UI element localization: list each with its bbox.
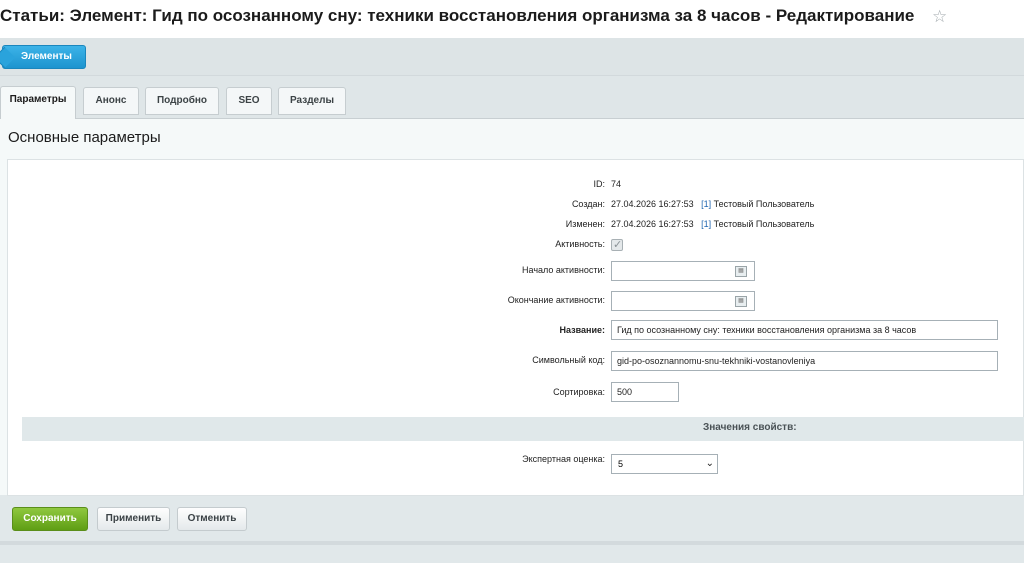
rating-selected-value: 5 xyxy=(618,459,624,469)
code-input[interactable]: gid-po-osoznannomu-snu-tekhniki-vostanov… xyxy=(611,351,998,371)
active-from-input[interactable] xyxy=(611,261,755,281)
tab-sections[interactable]: Разделы xyxy=(278,87,346,115)
active-label: Активность: xyxy=(555,239,605,249)
created-label: Создан: xyxy=(571,199,605,209)
active-to-input[interactable] xyxy=(611,291,755,311)
section-title: Основные параметры xyxy=(8,129,161,146)
sort-label: Сортировка: xyxy=(553,387,605,397)
save-button[interactable]: Сохранить xyxy=(12,507,88,531)
modified-value: 27.04.2026 16:27:53 [1] Тестовый Пользов… xyxy=(611,219,814,229)
properties-header xyxy=(22,417,1024,441)
star-icon[interactable]: ☆ xyxy=(932,7,947,27)
properties-title: Значения свойств: xyxy=(703,422,797,433)
rating-label: Экспертная оценка: xyxy=(522,454,605,464)
id-value: 74 xyxy=(611,179,622,189)
cancel-button[interactable]: Отменить xyxy=(177,507,247,531)
chevron-down-icon: ⌄ xyxy=(705,458,714,469)
tab-details[interactable]: Подробно xyxy=(145,87,219,115)
apply-button[interactable]: Применить xyxy=(97,507,170,531)
page-title: Статьи: Элемент: Гид по осознанному сну:… xyxy=(0,6,915,25)
modified-user-name: Тестовый Пользователь xyxy=(713,219,815,229)
rating-select[interactable]: 5 ⌄ xyxy=(611,454,718,474)
tab-seo[interactable]: SEO xyxy=(226,87,272,115)
created-date: 27.04.2026 16:27:53 xyxy=(611,199,694,209)
tab-announce[interactable]: Анонс xyxy=(83,87,139,115)
created-user-link[interactable]: [1] xyxy=(701,199,711,209)
created-value: 27.04.2026 16:27:53 [1] Тестовый Пользов… xyxy=(611,199,814,209)
navigation-bar xyxy=(0,38,1024,76)
name-input[interactable]: Гид по осознанному сну: техники восстано… xyxy=(611,320,998,340)
active-from-label: Начало активности: xyxy=(522,265,605,275)
footer-divider xyxy=(0,541,1024,545)
active-to-label: Окончание активности: xyxy=(507,295,605,305)
back-to-elements-button[interactable]: Элементы xyxy=(2,45,86,69)
modified-date: 27.04.2026 16:27:53 xyxy=(611,219,694,229)
code-label: Символьный код: xyxy=(532,355,605,365)
sort-input[interactable]: 500 xyxy=(611,382,679,402)
modified-label: Изменен: xyxy=(565,219,605,229)
id-label: ID: xyxy=(593,179,605,189)
active-checkbox[interactable] xyxy=(611,238,623,251)
created-user-name: Тестовый Пользователь xyxy=(713,199,815,209)
calendar-icon[interactable]: ▦ xyxy=(735,266,747,277)
calendar-icon[interactable]: ▦ xyxy=(735,296,747,307)
title-bar: Статьи: Элемент: Гид по осознанному сну:… xyxy=(0,0,1024,38)
name-label: Название: xyxy=(559,325,605,335)
modified-user-link[interactable]: [1] xyxy=(701,219,711,229)
tab-parameters[interactable]: Параметры xyxy=(0,86,76,119)
